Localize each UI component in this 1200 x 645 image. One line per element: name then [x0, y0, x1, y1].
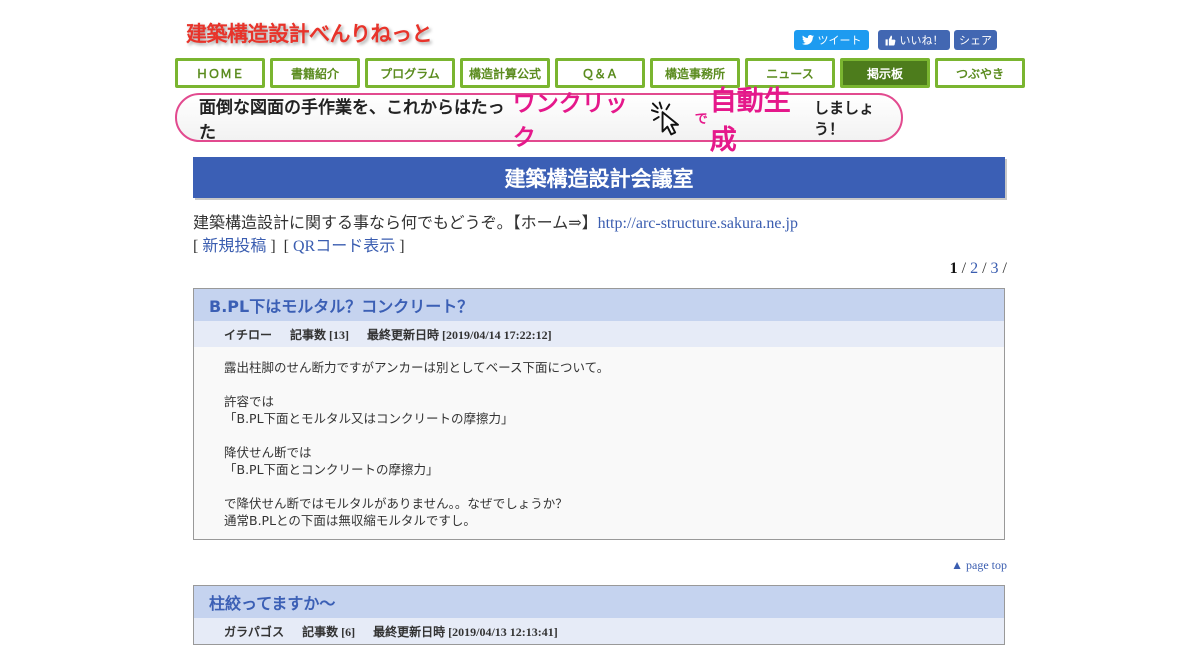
- thread-title[interactable]: B.PL下はモルタル？コンクリート？: [194, 289, 1004, 321]
- bracket-open-1: [: [193, 238, 203, 255]
- body-line: [224, 376, 974, 393]
- click-cursor-icon: [650, 101, 679, 135]
- page-link-2[interactable]: 2: [970, 260, 978, 277]
- new-post-link[interactable]: 新規投稿: [202, 238, 266, 255]
- thread-meta: ガラパゴス 記事数 [6] 最終更新日時 [2019/04/13 12:13:4…: [194, 618, 1004, 644]
- nav-books[interactable]: 書籍紹介: [270, 58, 360, 88]
- nav-home[interactable]: ＨＯＭＥ: [175, 58, 265, 88]
- page-current: 1: [949, 260, 958, 277]
- like-button[interactable]: いいね！: [878, 30, 950, 50]
- body-line: 許容では: [224, 394, 275, 409]
- banner-text-one-click: ワンクリック: [512, 90, 628, 151]
- thread-title[interactable]: 柱絞ってますか～: [194, 586, 1004, 618]
- thread-card: 柱絞ってますか～ ガラパゴス 記事数 [6] 最終更新日時 [2019/04/1…: [193, 585, 1005, 645]
- thread-card: B.PL下はモルタル？コンクリート？ イチロー 記事数 [13] 最終更新日時 …: [193, 288, 1005, 540]
- board-intro: 建築構造設計に関する事なら何でもどうぞ。【ホーム⇒】http://arc-str…: [193, 213, 798, 258]
- page-link-3[interactable]: 3: [991, 260, 999, 277]
- thread-meta: イチロー 記事数 [13] 最終更新日時 [2019/04/14 17:22:1…: [194, 321, 1004, 347]
- nav-tweets[interactable]: つぶやき: [935, 58, 1025, 88]
- body-line: で降伏せん断ではモルタルがありません。。なぜでしょうか？: [224, 496, 568, 511]
- banner-text-5: しましょう！: [814, 98, 875, 138]
- pager-sep: /: [961, 260, 971, 277]
- thread-author: ガラパゴス: [224, 624, 285, 639]
- qr-code-link[interactable]: QRコード表示: [293, 238, 395, 255]
- tweet-button[interactable]: ツイート: [794, 30, 869, 50]
- pager-sep: /: [982, 260, 991, 277]
- thread-post-count: 記事数 [6]: [302, 624, 356, 639]
- thread-body: 露出柱脚のせん断力ですがアンカーは別としてベース下面について。 許容では 「B.…: [194, 347, 1004, 539]
- share-button[interactable]: シェア: [954, 30, 997, 50]
- share-label: シェア: [959, 34, 992, 47]
- twitter-bird-icon: [801, 35, 814, 45]
- thread-author: イチロー: [224, 327, 273, 342]
- nav-board[interactable]: 掲示板: [840, 58, 930, 88]
- body-line: 降伏せん断では: [224, 445, 312, 460]
- body-line: 「B.PL下面とコンクリートの摩擦力」: [224, 462, 439, 477]
- body-line: 通常B.PLとの下面は無収縮モルタルですし。: [224, 513, 476, 528]
- body-line: 露出柱脚のせん断力ですがアンカーは別としてベース下面について。: [224, 360, 610, 375]
- thumbs-up-icon: [885, 35, 895, 45]
- nav-programs[interactable]: プログラム: [365, 58, 455, 88]
- intro-text: 建築構造設計に関する事なら何でもどうぞ。【ホーム⇒】: [193, 215, 598, 232]
- banner-text-1: 面倒な図面の手作業を、これからはたった: [199, 97, 505, 143]
- body-line: 「B.PL下面とモルタル又はコンクリートの摩擦力」: [224, 411, 514, 426]
- banner-text-de: で: [694, 112, 708, 127]
- pagination: 1 / 2 / 3 /: [950, 260, 1007, 278]
- home-url-link[interactable]: http://arc-structure.sakura.ne.jp: [598, 215, 798, 232]
- promo-banner[interactable]: 面倒な図面の手作業を、これからはたった ワンクリック で 自動生成 しましょう！: [175, 86, 903, 156]
- thread-post-count: 記事数 [13]: [290, 327, 350, 342]
- body-line: [224, 427, 974, 444]
- pager-sep: /: [1002, 260, 1007, 277]
- page-title: 建築構造設計会議室: [193, 157, 1005, 198]
- bracket-close-1: ] [: [266, 238, 293, 255]
- thread-updated: 最終更新日時 [2019/04/14 17:22:12]: [367, 327, 552, 342]
- bracket-close-2: ]: [395, 238, 405, 255]
- like-label: いいね！: [899, 34, 944, 47]
- body-line: [224, 478, 974, 495]
- thread-updated: 最終更新日時 [2019/04/13 12:13:41]: [373, 624, 558, 639]
- banner-text-auto-generate: 自動生成: [709, 85, 791, 156]
- site-logo[interactable]: 建築構造設計べんりねっと: [186, 18, 433, 48]
- tweet-label: ツイート: [817, 34, 862, 47]
- page-top-link[interactable]: ▲ page top: [951, 558, 1007, 573]
